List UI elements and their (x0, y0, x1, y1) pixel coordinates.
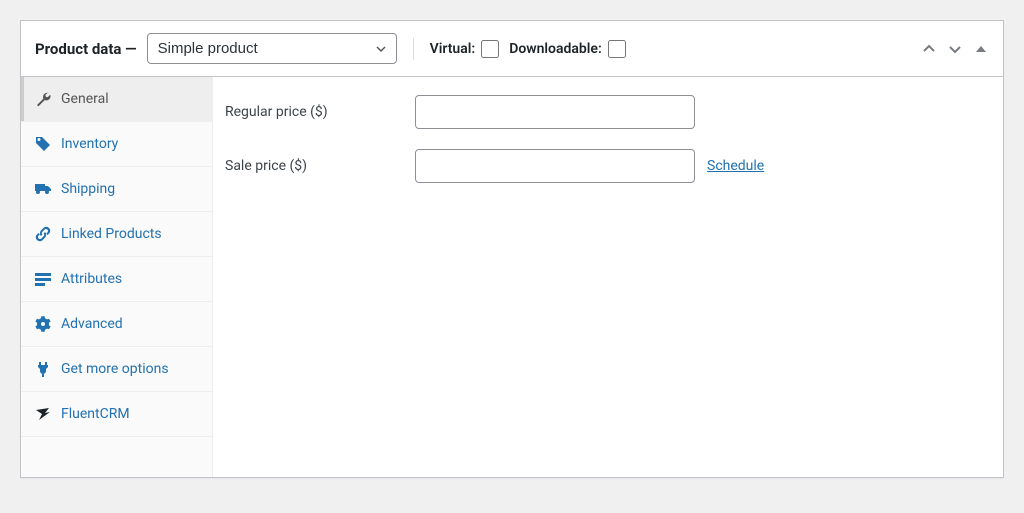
chevron-down-icon[interactable] (947, 41, 963, 57)
sidebar-item-get-more-options[interactable]: Get more options (21, 347, 212, 392)
sale-price-label: Sale price ($) (225, 158, 415, 174)
regular-price-label: Regular price ($) (225, 104, 415, 120)
sidebar-item-label: Shipping (61, 181, 115, 197)
list-icon (35, 271, 51, 287)
plug-icon (35, 361, 51, 377)
tag-icon (35, 136, 51, 152)
sidebar-item-inventory[interactable]: Inventory (21, 122, 212, 167)
sidebar-item-label: General (61, 91, 109, 107)
sidebar-item-shipping[interactable]: Shipping (21, 167, 212, 212)
sidebar-item-general[interactable]: General (21, 77, 212, 122)
truck-icon (35, 181, 51, 197)
wrench-icon (35, 91, 51, 107)
content-area: Regular price ($) Sale price ($) Schedul… (213, 77, 1003, 477)
sidebar-item-linked-products[interactable]: Linked Products (21, 212, 212, 257)
sidebar-item-fluentcrm[interactable]: FluentCRM (21, 392, 212, 437)
panel-title: Product data — (35, 40, 137, 58)
collapse-icon[interactable] (973, 41, 989, 57)
gear-icon (35, 316, 51, 332)
sidebar-item-label: Attributes (61, 271, 122, 287)
virtual-label: Virtual: (430, 41, 476, 57)
product-type-select[interactable]: Simple product (147, 33, 397, 64)
fluentcrm-icon (35, 406, 51, 422)
downloadable-label: Downloadable: (509, 41, 602, 57)
chevron-up-icon[interactable] (921, 41, 937, 57)
sidebar-item-label: Inventory (61, 136, 118, 152)
virtual-checkbox-group: Virtual: (430, 40, 500, 58)
sidebar-item-label: Linked Products (61, 226, 162, 242)
header-actions (921, 41, 989, 57)
sidebar-item-label: Advanced (61, 316, 123, 332)
sidebar-item-label: Get more options (61, 361, 169, 377)
product-data-panel: Product data — Simple product Virtual: D… (20, 20, 1004, 478)
sale-price-row: Sale price ($) Schedule (225, 149, 991, 183)
regular-price-input[interactable] (415, 95, 695, 129)
header-divider (413, 38, 414, 60)
panel-header: Product data — Simple product Virtual: D… (21, 21, 1003, 77)
panel-body: General Inventory Shipping Linked Produc… (21, 77, 1003, 477)
sale-price-input[interactable] (415, 149, 695, 183)
link-icon (35, 226, 51, 242)
sidebar: General Inventory Shipping Linked Produc… (21, 77, 213, 477)
virtual-checkbox[interactable] (481, 40, 499, 58)
sidebar-item-advanced[interactable]: Advanced (21, 302, 212, 347)
downloadable-checkbox[interactable] (608, 40, 626, 58)
downloadable-checkbox-group: Downloadable: (509, 40, 626, 58)
schedule-link[interactable]: Schedule (707, 158, 764, 174)
sidebar-item-attributes[interactable]: Attributes (21, 257, 212, 302)
sidebar-item-label: FluentCRM (61, 406, 130, 422)
regular-price-row: Regular price ($) (225, 95, 991, 129)
